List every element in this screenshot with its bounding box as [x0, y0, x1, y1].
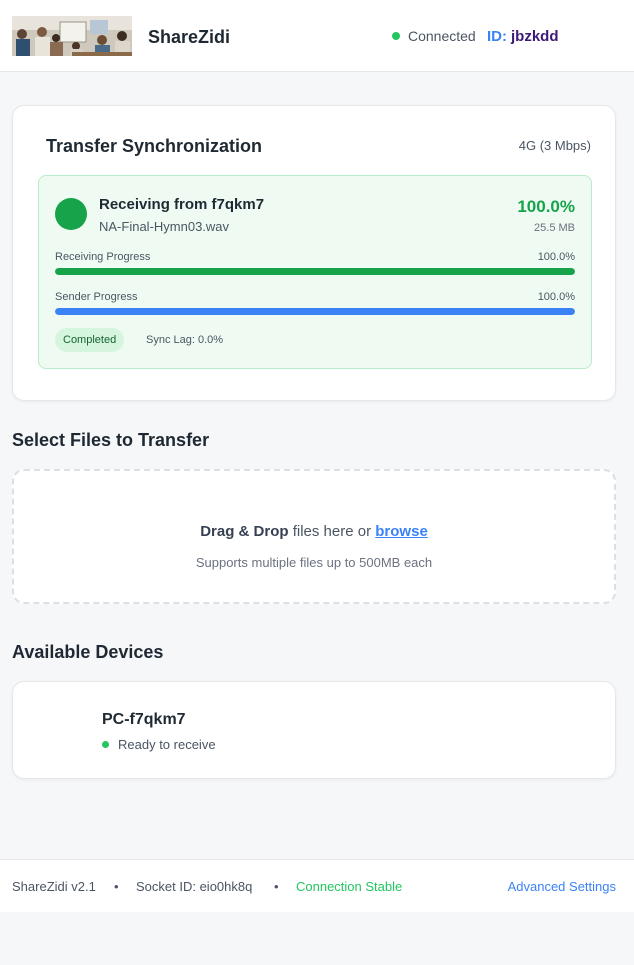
- dropzone-subtext: Supports multiple files up to 500MB each: [195, 555, 433, 570]
- app-header: ShareZidi Connected ID: jbzkdd: [0, 0, 634, 72]
- device-card[interactable]: PC-f7qkm7 Ready to receive: [12, 681, 616, 779]
- device-status: Ready to receive: [118, 737, 216, 752]
- file-name: NA-Final-Hymn03.wav: [99, 219, 230, 234]
- network-speed: 4G (3 Mbps): [518, 138, 591, 153]
- sync-lag: Sync Lag: 0.0%: [146, 334, 224, 346]
- device-name: PC-f7qkm7: [102, 711, 186, 728]
- status-badge: Completed: [55, 328, 125, 352]
- drag-drop-text: files here or: [288, 523, 376, 540]
- select-files-title: Select Files to Transfer: [12, 430, 210, 450]
- device-status-dot: [102, 741, 109, 748]
- sender-progress-label: Sender Progress: [55, 291, 138, 303]
- app-title: ShareZidi: [148, 27, 231, 47]
- footer-socket-id: Socket ID: eio0hk8q: [136, 879, 253, 894]
- footer-connection-status: Connection Stable: [296, 879, 403, 894]
- browse-link[interactable]: browse: [375, 523, 428, 540]
- receiving-progress-value: 100.0%: [537, 251, 575, 263]
- file-dropzone[interactable]: Drag & Drop files here or browse Support…: [12, 469, 616, 604]
- file-size: 25.5 MB: [534, 222, 575, 234]
- transfer-percent: 100.0%: [517, 197, 575, 216]
- connection-status-label: Connected: [408, 28, 476, 44]
- available-devices-title: Available Devices: [12, 642, 164, 662]
- sender-progress-bar: [55, 308, 575, 315]
- transfer-status-icon: [55, 198, 87, 230]
- dropzone-instructions: Drag & Drop files here or browse: [14, 523, 614, 540]
- footer-separator: •: [274, 879, 279, 894]
- sender-progress-fill: [55, 308, 575, 315]
- peer-id-value: jbzkdd: [511, 28, 559, 45]
- connection-status-dot: [392, 32, 400, 40]
- peer-id-label: ID:: [487, 28, 507, 45]
- footer-separator: •: [114, 879, 119, 894]
- drag-drop-label: Drag & Drop: [200, 523, 289, 540]
- receiving-progress-bar: [55, 268, 575, 275]
- sender-progress-value: 100.0%: [537, 291, 575, 303]
- transfer-sync-card: Transfer Synchronization 4G (3 Mbps) Rec…: [12, 105, 616, 401]
- receiving-progress-fill: [55, 268, 575, 275]
- logo-photo: [12, 16, 132, 56]
- receiving-progress-label: Receiving Progress: [55, 251, 151, 263]
- sync-card-title: Transfer Synchronization: [46, 136, 263, 156]
- footer-version: ShareZidi v2.1: [12, 879, 96, 894]
- transfer-status-box: Receiving from f7qkm7 NA-Final-Hymn03.wa…: [38, 175, 592, 369]
- footer: ShareZidi v2.1 • Socket ID: eio0hk8q • C…: [0, 859, 634, 912]
- receiving-title: Receiving from f7qkm7: [99, 196, 265, 213]
- advanced-settings-link[interactable]: Advanced Settings: [508, 879, 616, 894]
